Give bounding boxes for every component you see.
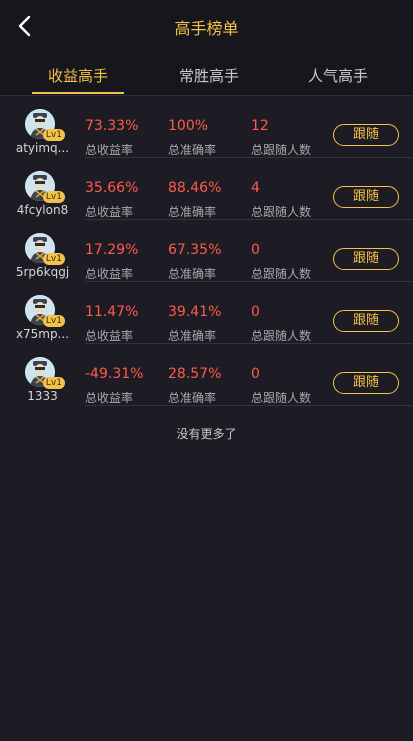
followers-label: 总跟随人数	[251, 143, 312, 157]
username: 1333	[27, 389, 58, 403]
follow-button[interactable]: 跟随	[333, 310, 399, 332]
accuracy-label: 总准确率	[168, 267, 217, 281]
profit-rate-value: -49.31%	[85, 366, 144, 382]
follow-button[interactable]: 跟随	[333, 186, 399, 208]
follow-button[interactable]: 跟随	[333, 248, 399, 270]
follow-button[interactable]: 跟随	[333, 124, 399, 146]
leader-row: Lv1 x75mp... 11.47% 总收益率 39.41% 总准确率 0 总…	[16, 282, 413, 344]
avatar[interactable]: Lv1	[25, 357, 65, 389]
leader-row: Lv1 1333 -49.31% 总收益率 28.57% 总准确率 0 总跟随人…	[25, 344, 413, 406]
leader-row: Lv1 atyimq... 73.33% 总收益率 100% 总准确率 12 总…	[16, 96, 413, 158]
accuracy-value: 67.35%	[168, 242, 222, 258]
username: 4fcylon8	[16, 203, 69, 217]
profit-rate-value: 35.66%	[85, 180, 139, 196]
username: 5rp6kqgj	[15, 265, 70, 279]
followers-value: 4	[251, 180, 260, 196]
page-title: 高手榜单	[174, 19, 239, 38]
level-badge: Lv1	[42, 129, 65, 141]
followers-label: 总跟随人数	[251, 267, 312, 281]
avatar[interactable]: Lv1	[25, 109, 65, 141]
tab-popular-masters[interactable]: 人气高手	[278, 65, 398, 86]
followers-value: 12	[251, 118, 269, 134]
followers-value: 0	[251, 304, 260, 320]
username: atyimq...	[15, 141, 70, 155]
accuracy-label: 总准确率	[168, 143, 217, 157]
leader-row: Lv1 4fcylon8 35.66% 总收益率 88.46% 总准确率 4 总…	[17, 158, 413, 220]
avatar[interactable]: Lv1	[25, 171, 65, 203]
follow-button[interactable]: 跟随	[333, 372, 399, 394]
profit-rate-label: 总收益率	[85, 143, 134, 157]
active-tab-indicator	[32, 92, 124, 94]
followers-label: 总跟随人数	[251, 329, 312, 343]
level-badge: Lv1	[42, 377, 65, 389]
accuracy-label: 总准确率	[168, 205, 217, 219]
accuracy-value: 39.41%	[168, 304, 222, 320]
username: x75mp...	[15, 327, 70, 341]
level-badge: Lv1	[42, 253, 65, 265]
top-bar: 高手榜单	[0, 0, 413, 52]
followers-label: 总跟随人数	[251, 205, 312, 219]
followers-label: 总跟随人数	[251, 391, 312, 405]
avatar[interactable]: Lv1	[25, 295, 65, 327]
accuracy-value: 100%	[168, 118, 209, 134]
profit-rate-value: 73.33%	[85, 118, 139, 134]
tab-profit-masters[interactable]: 收益高手	[18, 65, 138, 86]
no-more-text: 没有更多了	[176, 427, 237, 441]
level-badge: Lv1	[42, 191, 65, 203]
avatar[interactable]: Lv1	[25, 233, 65, 265]
profit-rate-label: 总收益率	[85, 205, 134, 219]
profit-rate-value: 17.29%	[85, 242, 139, 258]
leader-row: Lv1 5rp6kqgj 17.29% 总收益率 67.35% 总准确率 0 总…	[16, 220, 413, 282]
accuracy-label: 总准确率	[168, 391, 217, 405]
followers-value: 0	[251, 366, 260, 382]
profit-rate-label: 总收益率	[85, 329, 134, 343]
tab-winning-masters[interactable]: 常胜高手	[149, 65, 269, 86]
profit-rate-label: 总收益率	[85, 267, 134, 281]
profit-rate-value: 11.47%	[85, 304, 139, 320]
leaderboard-list: Lv1 atyimq... 73.33% 总收益率 100% 总准确率 12 总…	[0, 96, 413, 406]
accuracy-value: 88.46%	[168, 180, 222, 196]
profit-rate-label: 总收益率	[85, 391, 134, 405]
accuracy-value: 28.57%	[168, 366, 222, 382]
followers-value: 0	[251, 242, 260, 258]
accuracy-label: 总准确率	[168, 329, 217, 343]
tab-bar: 收益高手 常胜高手 人气高手	[0, 52, 413, 96]
level-badge: Lv1	[42, 315, 65, 327]
